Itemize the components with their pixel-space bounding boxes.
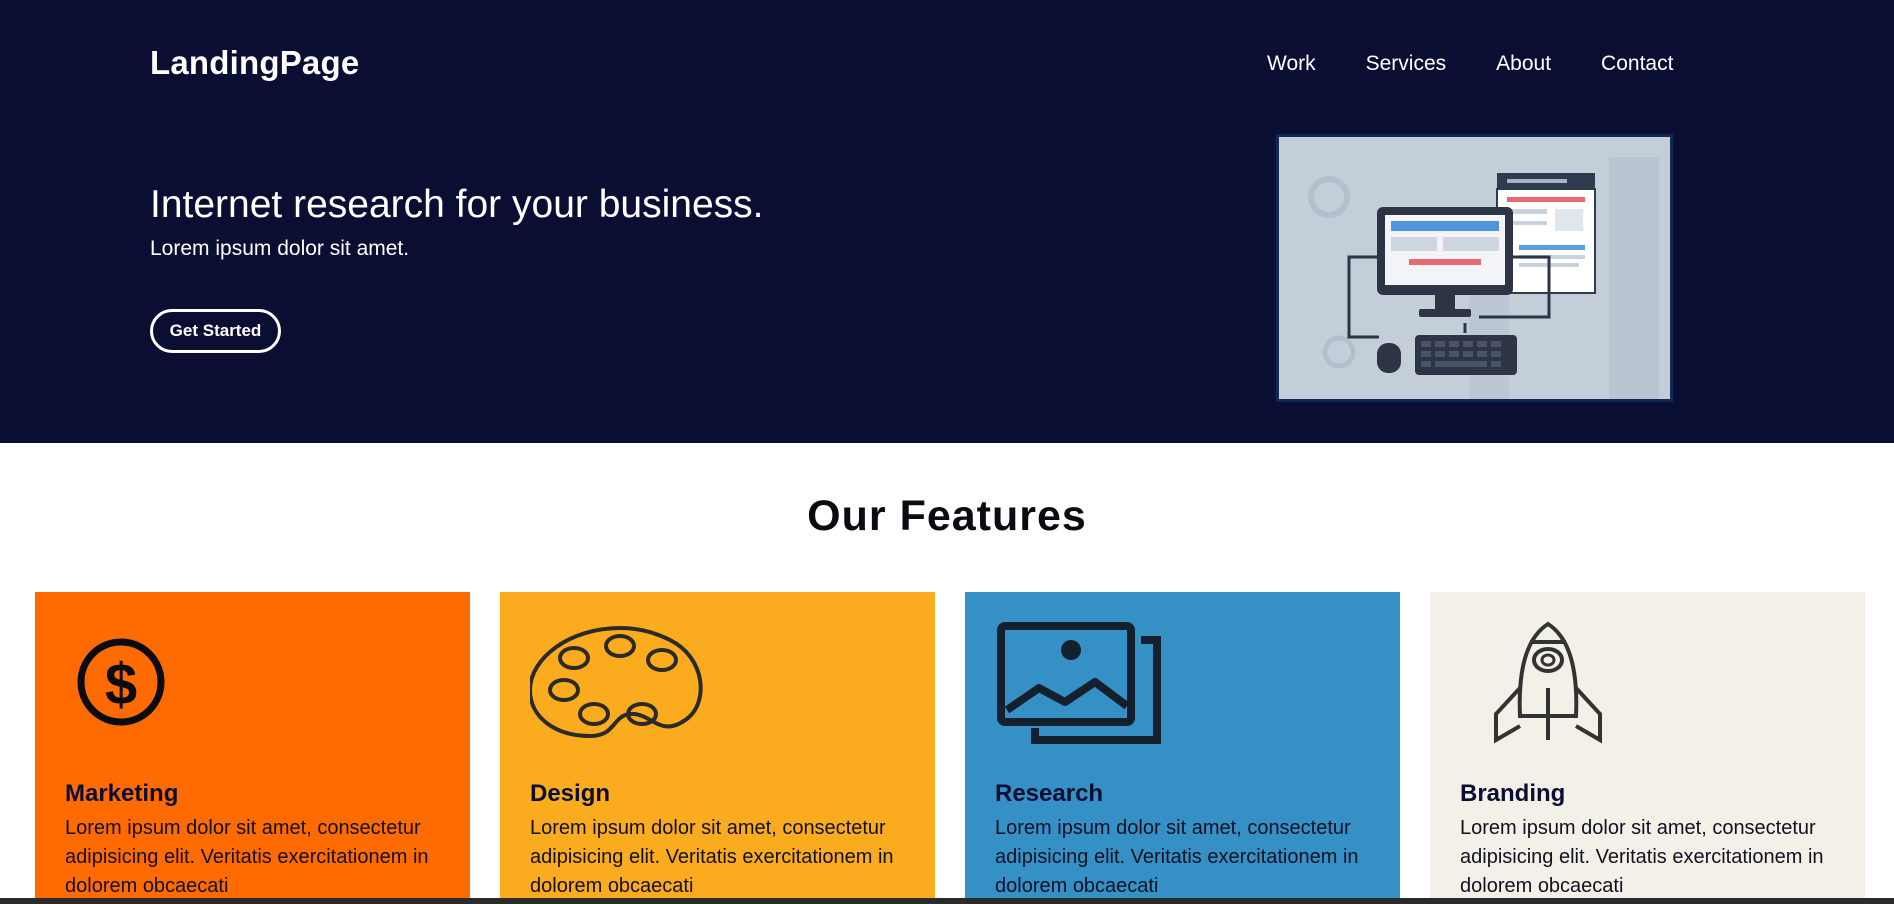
nav-link-work[interactable]: Work bbox=[1267, 52, 1316, 76]
feature-card-title: Design bbox=[530, 780, 611, 807]
bottom-divider bbox=[0, 898, 1894, 904]
feature-card-title: Marketing bbox=[65, 780, 179, 807]
brand-logo[interactable]: LandingPage bbox=[150, 44, 359, 82]
feature-card-text: Lorem ipsum dolor sit amet, consectetur … bbox=[530, 817, 894, 897]
nav-link-services[interactable]: Services bbox=[1366, 52, 1447, 76]
feature-card-title: Branding bbox=[1460, 780, 1566, 807]
computer-dashboard-illustration bbox=[1276, 134, 1673, 402]
features-title: Our Features bbox=[807, 492, 1087, 540]
feature-card-text: Lorem ipsum dolor sit amet, consectetur … bbox=[1460, 817, 1824, 897]
nav-link-contact[interactable]: Contact bbox=[1601, 52, 1673, 76]
svg-text:$: $ bbox=[105, 652, 137, 717]
hero-headline: Internet research for your business. bbox=[150, 183, 764, 226]
main-nav: Work Services About Contact bbox=[1267, 52, 1673, 76]
rocket-icon bbox=[1460, 618, 1640, 748]
feature-card-text: Lorem ipsum dolor sit amet, consectetur … bbox=[995, 817, 1359, 897]
hero-section: LandingPage Work Services About Contact … bbox=[0, 0, 1894, 443]
image-gallery-icon bbox=[995, 618, 1175, 748]
dollar-icon: $ bbox=[65, 618, 245, 748]
computer-dashboard-icon bbox=[1279, 137, 1670, 399]
palette-icon bbox=[527, 618, 710, 748]
feature-card-design: Design Lorem ipsum dolor sit amet, conse… bbox=[500, 592, 935, 904]
features-cards: $ Marketing Lorem ipsum dolor sit amet, … bbox=[35, 592, 1865, 904]
feature-card-research: Research Lorem ipsum dolor sit amet, con… bbox=[965, 592, 1400, 904]
feature-card-branding: Branding Lorem ipsum dolor sit amet, con… bbox=[1430, 592, 1865, 904]
get-started-button[interactable]: Get Started bbox=[150, 309, 281, 353]
hero-subline: Lorem ipsum dolor sit amet. bbox=[150, 237, 410, 260]
feature-card-marketing: $ Marketing Lorem ipsum dolor sit amet, … bbox=[35, 592, 470, 904]
nav-link-about[interactable]: About bbox=[1496, 52, 1551, 76]
feature-card-title: Research bbox=[995, 780, 1104, 807]
feature-card-text: Lorem ipsum dolor sit amet, consectetur … bbox=[65, 817, 429, 897]
